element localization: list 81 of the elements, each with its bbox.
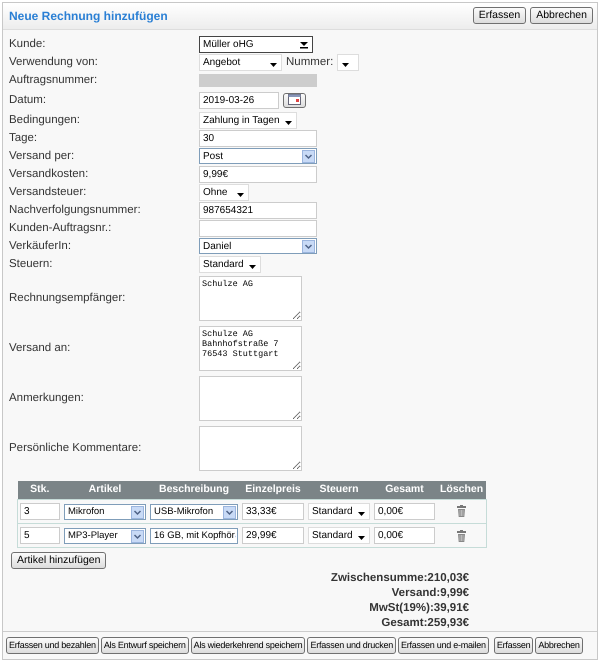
- caret-icon: [248, 264, 257, 270]
- text-area[interactable]: [199, 426, 302, 471]
- tax-dropdown[interactable]: Standard: [308, 527, 370, 544]
- field-label: Versandkosten:: [9, 166, 90, 182]
- field-label: Datum:: [9, 92, 48, 108]
- footer-button[interactable]: Erfassen: [494, 637, 534, 654]
- trash-icon: [456, 505, 466, 518]
- text-field[interactable]: [199, 220, 317, 237]
- total-line: Versand:9,99€: [390, 586, 469, 602]
- column-header: Artikel: [62, 481, 148, 500]
- total-field[interactable]: 0,00€: [374, 503, 435, 520]
- caret-icon: [269, 62, 278, 68]
- text-field[interactable]: 30: [199, 130, 317, 147]
- field-label: Kunde:: [9, 37, 46, 52]
- caret-icon: [341, 62, 350, 68]
- dropdown[interactable]: Daniel: [199, 238, 317, 254]
- caret-icon: [357, 535, 366, 542]
- dropdown[interactable]: Standard: [199, 256, 261, 273]
- article-dropdown[interactable]: Mikrofon: [64, 504, 146, 520]
- total-line: MwSt(19%):39,91€: [368, 601, 469, 616]
- footer-button[interactable]: Abbrechen: [535, 637, 583, 654]
- caret-icon: [357, 511, 366, 518]
- column-header: Gesamt: [372, 481, 437, 500]
- text-area[interactable]: [199, 376, 302, 421]
- add-item-button[interactable]: Artikel hinzufügen: [11, 552, 106, 570]
- total-line: Gesamt:259,93€: [380, 616, 469, 632]
- dropdown[interactable]: Zahlung in Tagen: [199, 112, 297, 129]
- field-label: VerkäuferIn:: [9, 238, 72, 254]
- column-header: Beschreibung: [148, 481, 240, 500]
- field-label: Anmerkungen:: [9, 390, 85, 406]
- field-label: Tage:: [9, 130, 38, 146]
- date-field[interactable]: 2019-03-26: [199, 92, 279, 109]
- price-field[interactable]: 29,99€: [242, 527, 304, 544]
- quantity-field[interactable]: 3: [20, 503, 60, 520]
- field-label: Nummer:: [286, 55, 334, 70]
- quantity-field[interactable]: 5: [20, 527, 60, 544]
- column-header: Einzelpreis: [240, 481, 306, 500]
- field-label: Steuern:: [9, 256, 54, 272]
- caret-icon: [299, 40, 309, 50]
- calendar-icon: [288, 94, 301, 106]
- price-field[interactable]: 33,33€: [242, 503, 304, 520]
- field-label: Auftragsnummer:: [9, 72, 98, 88]
- dropdown[interactable]: [337, 54, 360, 72]
- dropdown[interactable]: Ohne: [199, 184, 249, 201]
- trash-icon: [456, 530, 466, 542]
- description-dropdown[interactable]: USB-Mikrofon: [150, 504, 238, 520]
- footer-button[interactable]: Erfassen und bezahlen: [6, 637, 99, 654]
- field-label: Bedingungen:: [9, 112, 81, 128]
- description-dropdown[interactable]: 16 GB, mit Kopfhör: [150, 528, 238, 544]
- text-field[interactable]: 9,99€: [199, 166, 317, 183]
- field-label: Versand an:: [9, 340, 72, 356]
- footer-button[interactable]: Als Entwurf speichern: [100, 637, 189, 654]
- header-button[interactable]: Abbrechen: [530, 7, 593, 24]
- footer-button[interactable]: Als wiederkehrend speichern: [190, 637, 306, 654]
- tax-dropdown[interactable]: Standard: [308, 503, 370, 520]
- field-label: Rechnungsempfänger:: [9, 290, 126, 306]
- column-header: Stk.: [18, 481, 62, 500]
- text-area[interactable]: Schulze AG Bahnhofstraße 7 76543 Stuttgart: [199, 326, 302, 371]
- field-label: Versandsteuer:: [9, 184, 88, 200]
- field-label: Versand per:: [9, 148, 76, 164]
- column-header: Steuern: [306, 481, 372, 500]
- calendar-button[interactable]: [283, 92, 306, 108]
- total-field[interactable]: 0,00€: [374, 527, 435, 544]
- caret-icon: [284, 120, 293, 126]
- footer-button[interactable]: Erfassen und drucken: [307, 637, 396, 654]
- page-title: Neue Rechnung hinzufügen: [9, 8, 168, 25]
- dropdown[interactable]: Post: [199, 148, 317, 164]
- dropdown[interactable]: Müller oHG: [199, 36, 313, 54]
- dropdown[interactable]: Angebot: [199, 54, 282, 72]
- field-label: Kunden-Auftragsnr.:: [9, 220, 112, 236]
- field-label: Nachverfolgungsnummer:: [9, 202, 142, 218]
- header-button[interactable]: Erfassen: [472, 7, 526, 24]
- text-field[interactable]: 987654321: [199, 202, 317, 219]
- article-dropdown[interactable]: MP3-Player: [64, 528, 146, 544]
- text-area[interactable]: Schulze AG: [199, 276, 302, 321]
- footer-button[interactable]: Erfassen und e-mailen: [398, 637, 489, 654]
- field-label: Persönliche Kommentare:: [9, 440, 142, 456]
- caret-icon: [236, 192, 245, 198]
- column-header: Löschen: [437, 481, 486, 500]
- total-line: Zwischensumme:210,03€: [330, 571, 469, 586]
- field-label: Verwendung von:: [9, 55, 99, 70]
